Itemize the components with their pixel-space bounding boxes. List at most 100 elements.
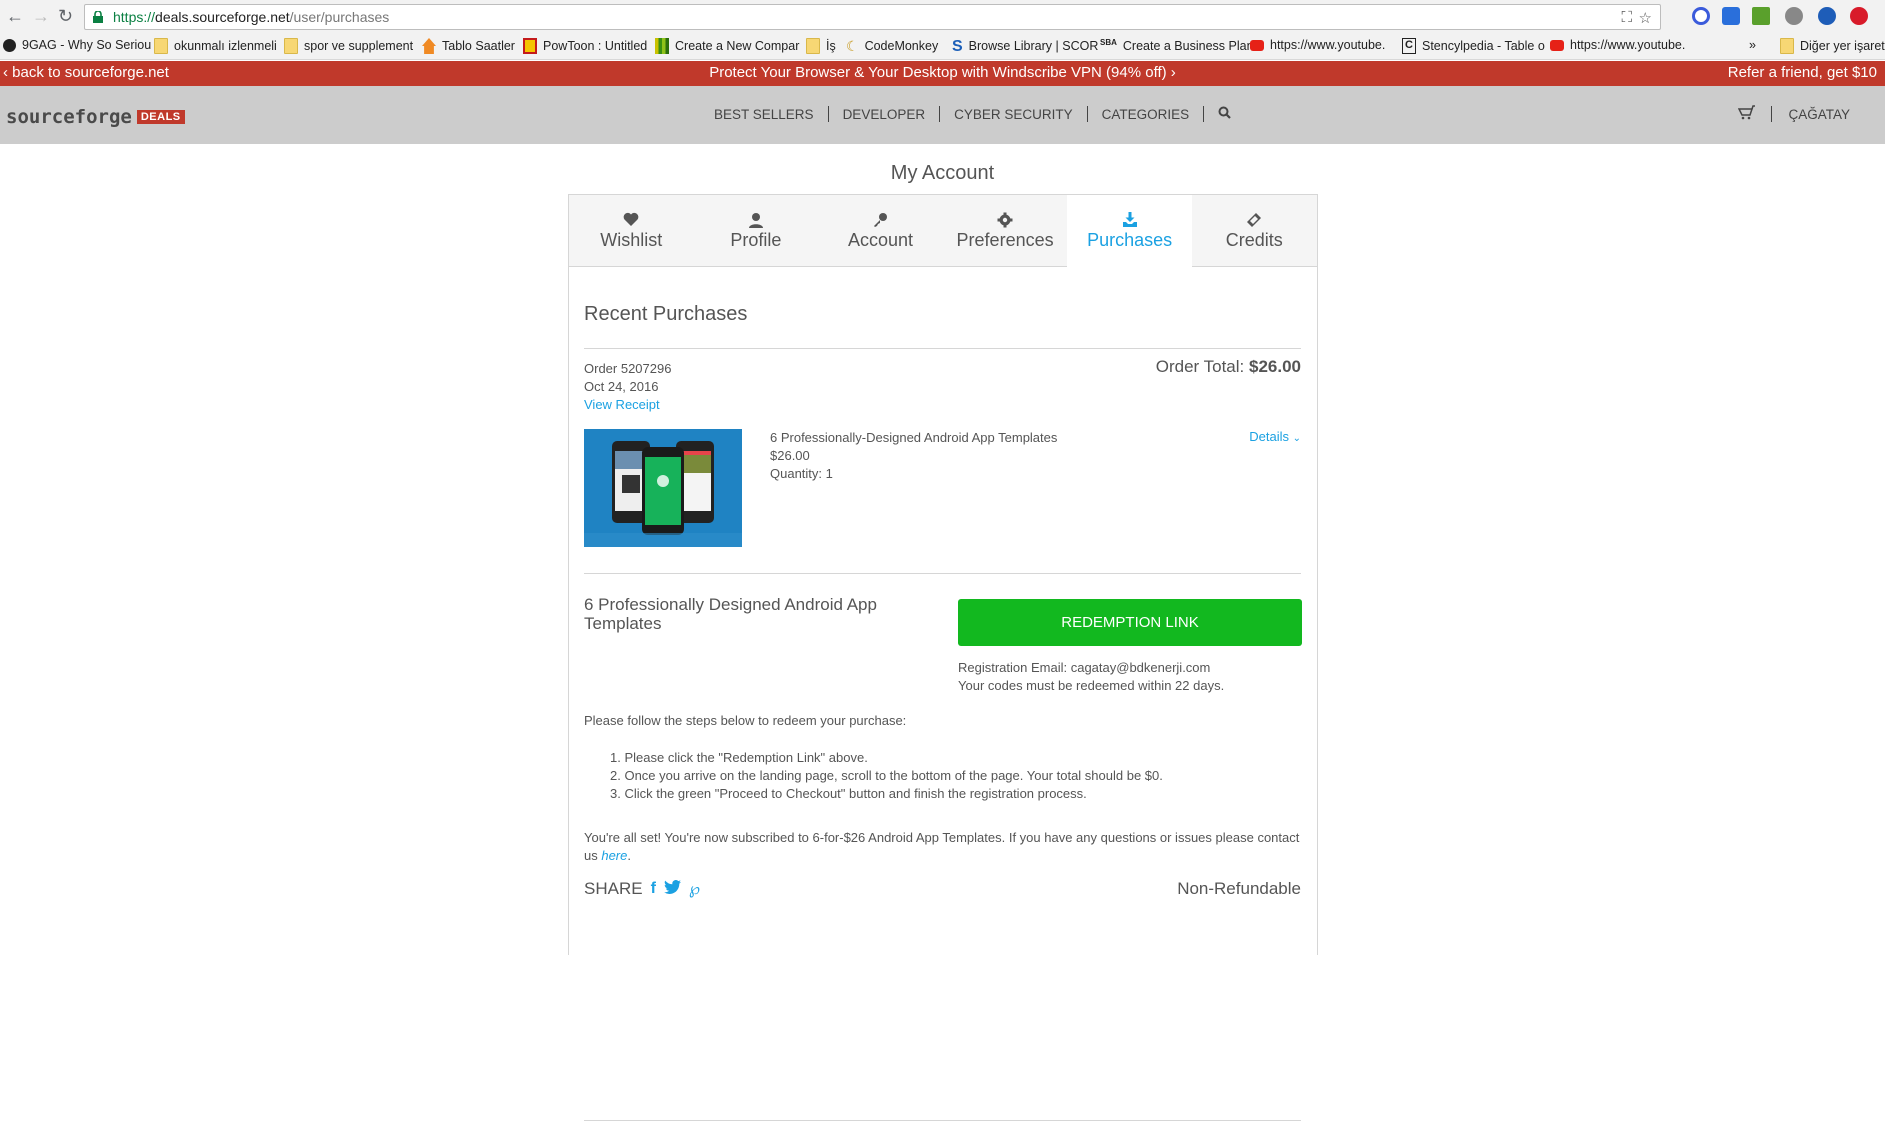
search-icon[interactable] xyxy=(1204,106,1231,122)
s-icon: S xyxy=(952,38,963,55)
v-extension-icon[interactable] xyxy=(1722,7,1740,25)
address-bar[interactable]: https://deals.sourceforge.net/user/purch… xyxy=(84,4,1661,30)
bookmark-item[interactable]: ☾ CodeMonkey xyxy=(846,38,938,54)
9gag-icon xyxy=(3,38,16,52)
refer-friend-link[interactable]: Refer a friend, get $10 xyxy=(1728,64,1877,81)
divider xyxy=(584,573,1301,574)
page-title: My Account xyxy=(890,162,995,184)
banana-icon: ☾ xyxy=(846,38,859,54)
tab-label: Profile xyxy=(730,230,782,250)
other-bookmarks[interactable]: Diğer yer işaretl xyxy=(1780,38,1885,54)
bookmark-star-icon[interactable]: ☆ xyxy=(1639,9,1652,27)
redeem-deadline: Your codes must be redeemed within 22 da… xyxy=(958,678,1225,693)
bookmark-item[interactable]: okunmalı izlenmeli xyxy=(154,38,277,54)
tab-wishlist[interactable]: Wishlist xyxy=(569,195,694,267)
user-icon xyxy=(694,212,819,228)
product-phones-illustration xyxy=(584,429,742,547)
confirmation-message: You're all set! You're now subscribed to… xyxy=(584,830,1300,863)
pinterest-extension-icon[interactable] xyxy=(1850,7,1868,25)
details-toggle[interactable]: Details ⌄ xyxy=(1249,429,1301,444)
download-icon xyxy=(1067,212,1192,228)
bookmark-item[interactable]: SBA Create a Business Plan xyxy=(1100,38,1254,54)
bars-icon xyxy=(655,38,669,54)
home-icon xyxy=(422,38,436,54)
order-date: Oct 24, 2016 xyxy=(584,379,659,394)
stencyl-icon: C xyxy=(1402,38,1416,54)
order-total-label: Order Total: xyxy=(1155,357,1245,376)
forward-arrow-icon[interactable]: → xyxy=(32,7,50,25)
bookmark-item[interactable]: Create a New Compar xyxy=(655,38,799,54)
product-info: 6 Professionally-Designed Android App Te… xyxy=(770,429,1057,483)
step-item: 2. Once you arrive on the landing page, … xyxy=(610,768,1163,783)
divider xyxy=(584,348,1301,349)
block-extension-icon[interactable] xyxy=(1692,7,1710,25)
user-menu[interactable]: ÇAĞATAY xyxy=(1788,107,1850,122)
registration-info: Registration Email: cagatay@bdkenerji.co… xyxy=(958,659,1224,695)
logo-deals-badge: DEALS xyxy=(136,110,185,124)
tab-preferences[interactable]: Preferences xyxy=(943,195,1068,267)
box-on-extension-icon[interactable] xyxy=(1752,7,1770,25)
view-receipt-link[interactable]: View Receipt xyxy=(584,396,671,414)
bookmark-item[interactable]: İş xyxy=(806,38,836,54)
product-name: 6 Professionally-Designed Android App Te… xyxy=(770,430,1058,445)
logo-wordmark: sourceforge xyxy=(6,106,132,128)
eagle-extension-icon[interactable] xyxy=(1818,7,1836,25)
contact-here-link[interactable]: here xyxy=(601,848,627,863)
nav-developer[interactable]: DEVELOPER xyxy=(829,107,940,122)
tab-label: Credits xyxy=(1225,230,1283,250)
nav-best-sellers[interactable]: BEST SELLERS xyxy=(700,107,828,122)
cart-icon[interactable] xyxy=(1738,105,1756,123)
product-image[interactable] xyxy=(584,429,742,547)
bookmark-item[interactable]: C Stencylpedia - Table o xyxy=(1402,38,1545,54)
redemption-link-button[interactable]: REDEMPTION LINK xyxy=(958,599,1302,646)
promo-link[interactable]: Protect Your Browser & Your Desktop with… xyxy=(0,64,1885,81)
reload-icon[interactable]: ↻ xyxy=(58,7,73,25)
tab-label: Purchases xyxy=(1087,230,1173,250)
url-text: https://deals.sourceforge.net/user/purch… xyxy=(113,9,390,25)
facebook-icon[interactable]: f xyxy=(651,880,656,898)
details-label: Details xyxy=(1249,429,1289,444)
bookmark-item[interactable]: Tablo Saatler xyxy=(422,38,515,54)
sba-icon: SBA xyxy=(1100,38,1117,47)
tab-purchases[interactable]: Purchases xyxy=(1067,195,1192,268)
gear-icon xyxy=(943,212,1068,228)
bookmark-item[interactable]: https://www.youtube. xyxy=(1250,38,1385,52)
step-item: 1. Please click the "Redemption Link" ab… xyxy=(610,750,868,765)
tab-label: Preferences xyxy=(956,230,1054,250)
non-refundable-label: Non-Refundable xyxy=(1177,879,1301,898)
bookmark-item[interactable]: spor ve supplement xyxy=(284,38,413,54)
youtube-icon xyxy=(1250,39,1264,51)
bookmark-item[interactable]: PowToon : Untitled xyxy=(523,38,647,54)
order-meta: Order 5207296 Oct 24, 2016 View Receipt xyxy=(584,360,671,414)
bookmark-item[interactable]: https://www.youtube. xyxy=(1550,38,1685,52)
pinterest-icon[interactable]: ℘ xyxy=(689,879,700,899)
registration-email: Registration Email: cagatay@bdkenerji.co… xyxy=(958,660,1211,675)
product-quantity: Quantity: 1 xyxy=(770,466,833,481)
confirmation-text: You're all set! You're now subscribed to… xyxy=(584,830,1300,863)
bookmark-item[interactable]: S Browse Library | SCOR xyxy=(952,38,1098,55)
back-arrow-icon[interactable]: ← xyxy=(6,7,24,25)
main-menu: BEST SELLERS DEVELOPER CYBER SECURITY CA… xyxy=(700,106,1231,122)
folder-icon xyxy=(284,38,298,54)
key-icon xyxy=(818,212,943,228)
nav-categories[interactable]: CATEGORIES xyxy=(1088,107,1204,122)
film-reel-extension-icon[interactable] xyxy=(1785,7,1803,25)
bookmark-item[interactable]: 9GAG - Why So Seriou xyxy=(3,38,151,52)
account-panel: Wishlist Profile Account Preferences Pur… xyxy=(568,194,1318,1121)
nav-cyber-security[interactable]: CYBER SECURITY xyxy=(940,107,1087,122)
tab-credits[interactable]: Credits xyxy=(1192,195,1317,267)
order-total: Order Total: $26.00 xyxy=(1156,357,1301,377)
browser-toolbar: ← → ↻ https://deals.sourceforge.net/user… xyxy=(0,0,1885,34)
tab-label: Wishlist xyxy=(600,230,663,250)
bookmarks-bar: 9GAG - Why So Seriou okunmalı izlenmeli … xyxy=(0,34,1885,60)
twitter-icon[interactable] xyxy=(663,879,681,899)
product-price: $26.00 xyxy=(770,448,810,463)
share-label: SHARE xyxy=(584,879,643,898)
bookmarks-overflow[interactable]: » xyxy=(1749,38,1756,52)
sourceforge-deals-logo[interactable]: sourceforge DEALS xyxy=(6,106,185,128)
tab-account[interactable]: Account xyxy=(818,195,943,267)
folder-icon xyxy=(806,38,820,54)
tab-profile[interactable]: Profile xyxy=(694,195,819,267)
translate-icon[interactable]: ⛶ xyxy=(1621,9,1632,26)
site-header: sourceforge DEALS BEST SELLERS DEVELOPER… xyxy=(0,86,1885,144)
